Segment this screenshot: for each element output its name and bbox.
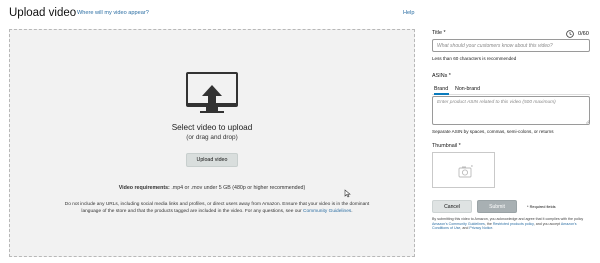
requirements-text: .mp4 or .mov under 5 GB (480p or higher … [171,185,306,191]
title-char-counter: 0/60 [578,31,589,37]
thumbnail-label: Thumbnail * [432,143,461,149]
legal-text: , the [484,221,492,226]
asins-label: ASINs * [432,73,451,79]
legal-text: , and [460,226,469,231]
video-placement-help-link[interactable]: Where will my video appear? [77,10,149,16]
legal-text: . [492,226,494,231]
asin-separator-note: Separate ASIN by spaces, commas, semi-co… [432,129,554,134]
video-requirements: Video requirements: .mp4 or .mov under 5… [10,185,414,191]
page-title: Upload video [9,7,77,19]
community-guidelines-link[interactable]: Community Guidelines [303,209,351,214]
restricted-products-link[interactable]: Restricted products policy [493,222,534,226]
resize-grip-icon[interactable] [585,119,590,124]
upload-video-button[interactable]: Upload video [186,153,238,167]
tab-brand[interactable]: Brand [434,86,448,92]
dropzone-subtitle: (or drag and drop) [186,134,238,141]
video-dropzone[interactable]: Select video to upload (or drag and drop… [9,29,415,257]
camera-icon [458,165,473,178]
policy-end: . [351,209,353,214]
clock-icon [566,30,574,38]
help-link[interactable]: Help [403,10,415,16]
community-guidelines-legal-link[interactable]: Amazon's Community Guidelines [432,222,485,226]
content-policy: Do not include any URLs, including socia… [62,201,372,215]
upload-monitor-icon [186,72,238,113]
requirements-label: Video requirements: [118,185,170,191]
submit-button[interactable]: Submit [477,200,517,213]
privacy-notice-link[interactable]: Privacy Notice [469,226,492,230]
mouse-cursor-icon [344,189,351,198]
asin-textarea[interactable]: Enter product ASIN related to this video… [432,96,590,125]
required-fields-note: * Required fields [527,204,556,209]
title-input[interactable]: What should your customers know about th… [432,39,590,52]
tab-divider [432,94,590,95]
legal-notice: By submitting this video to Amazon, you … [432,217,594,231]
dropzone-title: Select video to upload [171,123,253,132]
title-label: Title * [432,30,446,36]
legal-text: , and you accept [533,221,561,226]
legal-text: By submitting this video to Amazon, you … [432,217,584,221]
active-tab-indicator [434,93,449,95]
tab-non-brand[interactable]: Non-brand [455,86,480,92]
title-hint: Less than 60 characters is recommended [432,56,517,61]
thumbnail-upload[interactable] [432,152,495,188]
cancel-button[interactable]: Cancel [432,200,472,213]
